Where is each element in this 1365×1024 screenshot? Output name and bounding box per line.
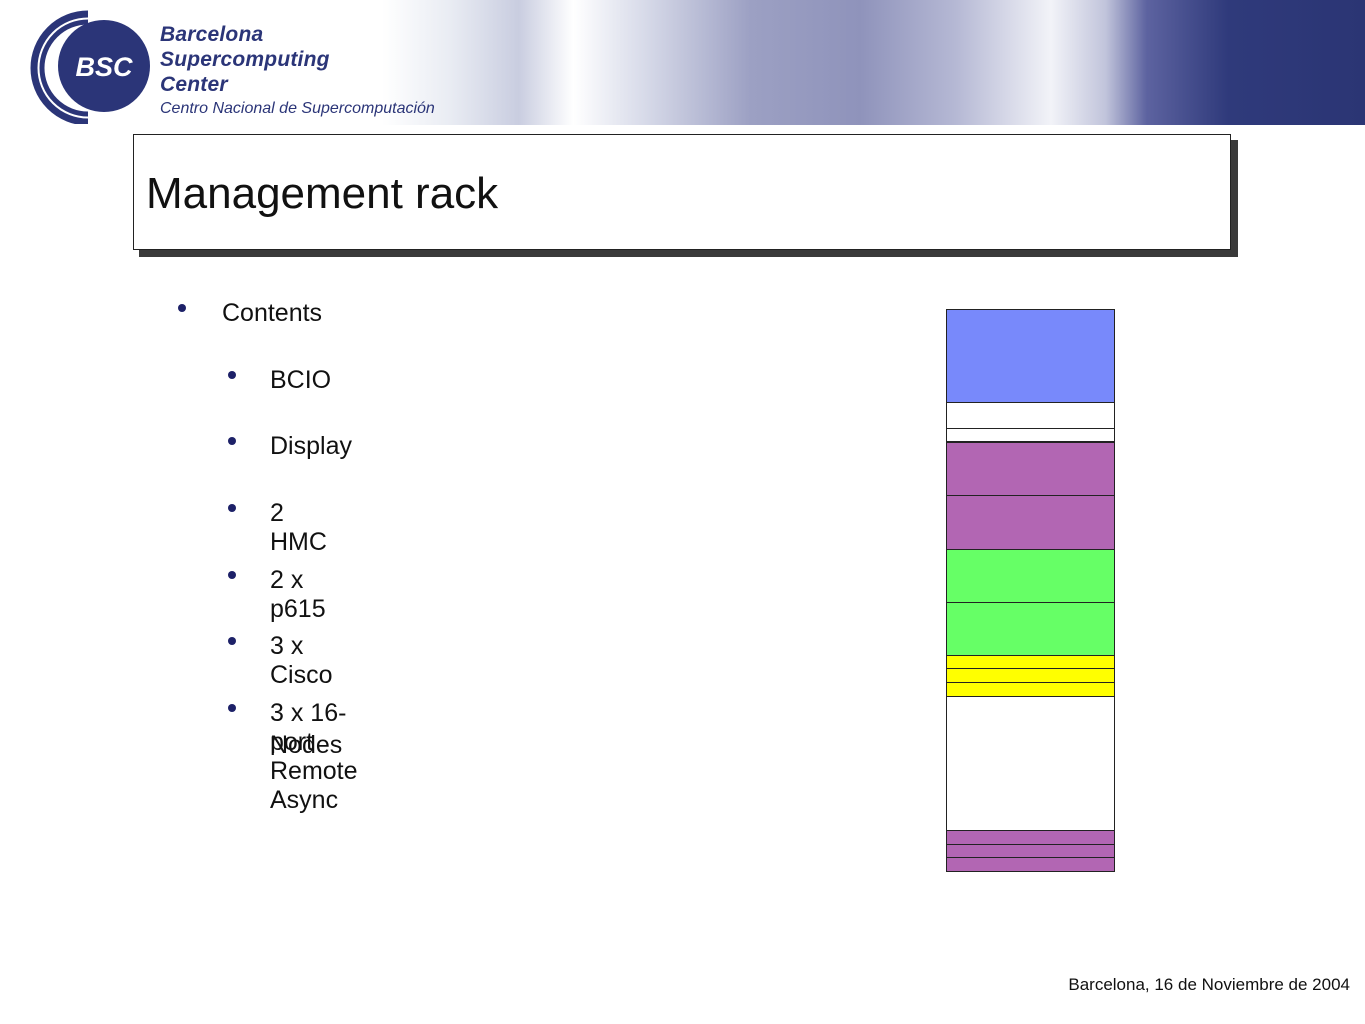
rack-slot-display xyxy=(947,403,1114,429)
rack-slot-remote-async-node xyxy=(947,858,1114,871)
bullet-dot xyxy=(228,571,236,579)
sub-bullet-bcio: BCIO xyxy=(270,366,332,394)
sub-bullet-p615: 2 x p615 xyxy=(270,566,326,623)
rack-slot-p615 xyxy=(947,550,1114,603)
bullet-dot xyxy=(228,504,236,512)
title-box: Management rack xyxy=(133,134,1231,250)
logo-line-1: Barcelona xyxy=(160,23,264,46)
rack-slot-hmc xyxy=(947,496,1114,550)
footer-date: Barcelona, 16 de Noviembre de 2004 xyxy=(1068,975,1350,994)
rack-slot-cisco xyxy=(947,656,1114,669)
rack-slot-hmc xyxy=(947,443,1114,496)
sub-bullet-hmc: 2 HMC xyxy=(270,499,327,556)
rack-diagram xyxy=(946,309,1115,872)
logo-abbr: BSC xyxy=(75,52,133,82)
sub-bullet-async-cont: Nodes xyxy=(270,731,343,759)
logo-line-3: Center xyxy=(160,73,228,96)
rack-slot-cisco xyxy=(947,669,1114,683)
sub-bullet-display: Display xyxy=(270,432,352,460)
sub-bullet-cisco: 3 x Cisco xyxy=(270,632,333,689)
header-banner: BSC Barcelona Supercomputing Center Cent… xyxy=(0,0,1365,125)
rack-slot-cisco xyxy=(947,683,1114,697)
logo-wordmark: Barcelona Supercomputing Center Centro N… xyxy=(160,22,435,121)
bullet-dot xyxy=(228,637,236,645)
rack-slot-display xyxy=(947,429,1114,443)
bullet-dot xyxy=(228,704,236,712)
bsc-logo-icon: BSC xyxy=(30,10,150,124)
rack-slot-remote-async-node xyxy=(947,845,1114,858)
bullet-dot xyxy=(178,304,186,312)
bullet-dot xyxy=(228,371,236,379)
rack-slot-remote-async-node xyxy=(947,831,1114,845)
bullet-contents: Contents xyxy=(222,299,323,327)
slide-title: Management rack xyxy=(146,169,499,218)
rack-slot-empty xyxy=(947,697,1114,831)
rack-slot-bcio xyxy=(947,310,1114,403)
logo-subtitle: Centro Nacional de Supercomputación xyxy=(160,100,435,117)
logo-line-2: Supercomputing xyxy=(160,48,330,71)
rack-slot-p615 xyxy=(947,603,1114,656)
bullet-dot xyxy=(228,437,236,445)
